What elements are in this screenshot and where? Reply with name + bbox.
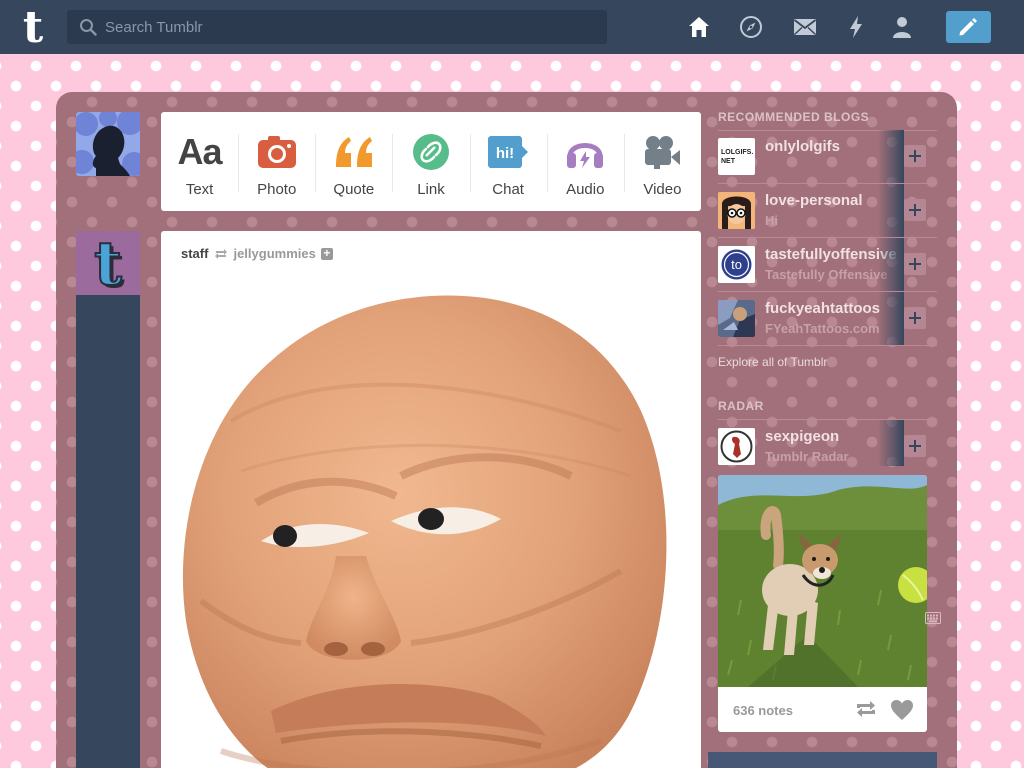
post-type-label: Quote: [333, 181, 375, 198]
tattoo-photo-avatar-icon: [718, 300, 755, 337]
headphones-icon: [567, 143, 604, 168]
blog-subtitle: Tastefully Offensive: [765, 267, 888, 282]
home-icon[interactable]: [687, 15, 711, 39]
blog-avatar[interactable]: LOLGIFS. NET: [718, 138, 755, 175]
chat-bubble-icon: hi!: [488, 136, 529, 168]
recommended-blog-row[interactable]: fuckyeahtattoos FYeahTattoos.com: [708, 292, 937, 346]
reblog-icon: [215, 248, 228, 259]
search-input[interactable]: [105, 10, 595, 44]
post-type-label: Audio: [566, 181, 605, 198]
blog-subtitle: Tumblr Radar: [765, 449, 849, 464]
radar-blog-avatar[interactable]: [718, 428, 755, 465]
video-camera-icon: [645, 136, 681, 169]
post-type-label: Link: [417, 181, 445, 198]
pigeon-avatar-icon: [718, 428, 755, 465]
blog-avatar[interactable]: to: [718, 246, 755, 283]
tastefully-offensive-avatar-icon: to: [718, 246, 755, 283]
post-avatar-column: t t: [76, 228, 140, 768]
search-icon: [80, 19, 97, 36]
fade-overlay: [878, 238, 904, 291]
pencil-icon: [959, 18, 977, 36]
blog-name[interactable]: sexpigeon: [765, 428, 839, 445]
person-icon[interactable]: [890, 15, 914, 39]
post-type-label: Chat: [492, 181, 524, 198]
compass-icon[interactable]: [739, 15, 763, 39]
compose-post-button[interactable]: [946, 11, 991, 43]
radar-post-photo[interactable]: [718, 475, 927, 687]
default-avatar-silhouette-icon: [76, 112, 140, 176]
blog-name[interactable]: onlylolgifs: [765, 138, 840, 155]
fade-overlay: [878, 292, 904, 345]
post-type-label: Text: [185, 181, 214, 198]
staff-avatar[interactable]: t t: [76, 228, 140, 302]
post-type-link[interactable]: Link: [392, 112, 469, 211]
blog-subtitle: FYeahTattoos.com: [765, 321, 880, 336]
follow-source-plus-icon[interactable]: +: [320, 247, 333, 260]
quote-icon: [335, 137, 372, 167]
tastefully-offensive-avatar-text: to: [731, 257, 742, 272]
post-author-link[interactable]: staff: [181, 246, 208, 261]
post-type-bar: Aa Text Photo Quote Link hi! Chat Audio …: [161, 112, 701, 211]
divider: [718, 345, 937, 346]
explore-all-link[interactable]: Explore all of Tumblr: [718, 355, 827, 369]
follow-blog-button[interactable]: [904, 307, 926, 329]
follow-blog-button[interactable]: [904, 435, 926, 457]
link-icon: [412, 134, 449, 170]
tumblr-logo-icon[interactable]: t: [16, 6, 50, 48]
blog-name[interactable]: tastefullyoffensive: [765, 246, 897, 263]
radar-post-card: 636 notes: [718, 475, 927, 732]
post-type-photo[interactable]: Photo: [238, 112, 315, 211]
recommended-blogs-title: RECOMMENDED BLOGS: [718, 110, 870, 124]
blog-name[interactable]: love-personal: [765, 192, 863, 209]
post-type-quote[interactable]: Quote: [315, 112, 392, 211]
post-header: staff jellygummies +: [181, 246, 333, 261]
svg-text:t: t: [23, 6, 44, 48]
camera-icon: [257, 136, 296, 168]
blog-subtitle: Hi: [765, 213, 778, 228]
follow-blog-button[interactable]: [904, 199, 926, 221]
search-box[interactable]: [67, 10, 607, 44]
fade-overlay: [878, 420, 904, 466]
post-photo[interactable]: [161, 271, 701, 768]
blog-avatar[interactable]: [718, 300, 755, 337]
onlylolgifs-avatar-text: LOLGIFS. NET: [721, 149, 754, 165]
blog-name[interactable]: fuckyeahtattoos: [765, 300, 880, 317]
reblog-icon[interactable]: [854, 699, 878, 719]
radar-blog-row[interactable]: sexpigeon Tumblr Radar: [708, 420, 937, 474]
follow-blog-button[interactable]: [904, 145, 926, 167]
follow-blog-button[interactable]: [904, 253, 926, 275]
text-post-icon: Aa: [177, 131, 223, 172]
recommended-blog-row[interactable]: LOLGIFS. NET onlylolgifs: [708, 130, 937, 184]
cartoon-girl-avatar-icon: [718, 192, 755, 229]
post-type-label: Photo: [257, 181, 297, 198]
reblog-source-link[interactable]: jellygummies: [233, 246, 315, 261]
heart-icon[interactable]: [890, 699, 914, 721]
blog-avatar[interactable]: [718, 192, 755, 229]
dashboard-post: staff jellygummies +: [161, 231, 701, 768]
chat-glyph: hi!: [496, 145, 514, 162]
lightning-icon[interactable]: [844, 15, 868, 39]
mail-icon[interactable]: [793, 15, 817, 39]
post-type-chat[interactable]: hi! Chat: [469, 112, 547, 211]
sidebar-next-item: [708, 752, 937, 768]
fade-overlay: [878, 130, 904, 183]
keyboard-icon[interactable]: [925, 612, 941, 624]
post-type-video[interactable]: Video: [623, 112, 701, 211]
top-navigation-bar: t: [0, 0, 1024, 54]
post-type-label: Video: [643, 181, 682, 198]
staff-tumblr-logo-icon: t t: [93, 228, 125, 302]
svg-text:t: t: [94, 231, 122, 295]
recommended-blog-row[interactable]: to tastefullyoffensive Tastefully Offens…: [708, 238, 937, 292]
fade-overlay: [878, 184, 904, 237]
radar-title: RADAR: [718, 399, 764, 413]
radar-notes-count[interactable]: 636 notes: [733, 703, 793, 718]
user-avatar[interactable]: [76, 112, 140, 176]
post-type-audio[interactable]: Audio: [546, 112, 624, 211]
recommended-blog-row[interactable]: love-personal Hi: [708, 184, 937, 238]
post-type-text[interactable]: Aa Text: [161, 112, 238, 211]
